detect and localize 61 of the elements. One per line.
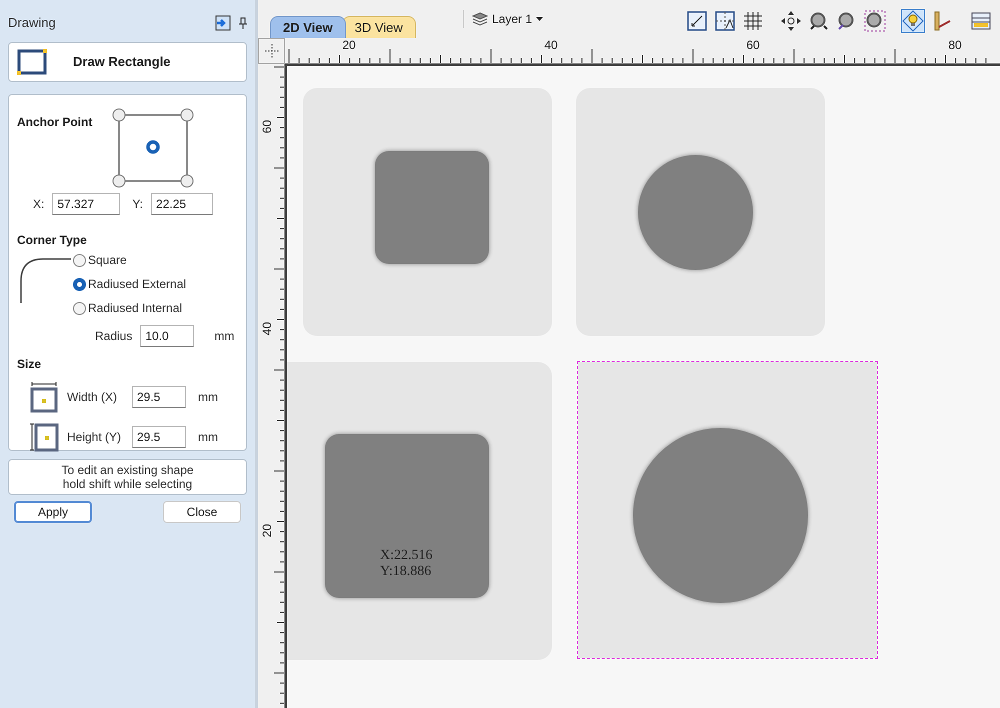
view-tab[interactable]: 3D View [342,16,416,38]
radio-option[interactable]: Square [73,251,186,269]
ruler-origin-icon[interactable] [264,44,278,58]
grid-icon[interactable] [742,10,764,32]
pan-icon[interactable] [780,10,802,32]
field-label: Radius [95,328,132,345]
input-field[interactable]: 10.0 [140,325,194,347]
radio-option[interactable]: Radiused External [73,275,186,293]
snap-icon[interactable] [714,10,736,32]
panel-title: Drawing [8,14,56,32]
anchor-point[interactable] [180,108,194,122]
tool-title: Draw Rectangle [73,53,171,72]
caret-icon [536,17,544,21]
section-label: Anchor Point [17,114,94,131]
layer-dropdown[interactable]: Layer 1 [463,10,544,28]
zoom-icon[interactable] [864,10,886,32]
input-field[interactable]: 22.25 [151,193,214,215]
ruler-label: 20 [341,38,357,52]
panel-layout-icon[interactable] [970,10,992,32]
input-field[interactable]: 57.327 [52,193,120,215]
zoom-icon[interactable] [808,10,830,32]
radio-icon[interactable] [73,254,86,266]
anchor-frame [118,114,188,182]
dialog-button[interactable]: Apply [14,501,92,523]
field-label: Y: [132,196,144,213]
anchor-point[interactable] [112,174,126,188]
anchor-point[interactable] [146,140,160,154]
hint-text: To edit an existing shape [61,463,194,477]
cursor-coordinate: X:22.516 [380,548,432,564]
radio-icon[interactable] [73,302,86,314]
view-tab[interactable]: 2D View [270,16,346,38]
cursor-coordinate: Y:18.886 [380,564,432,580]
ruler-label: 40 [543,38,559,52]
unit-label: mm [214,328,234,345]
unit-label: mm [198,389,218,406]
rectangle-icon [17,46,49,78]
ruler-label: 60 [745,38,761,52]
dialog-button[interactable]: Close [163,501,241,523]
unit-label: mm [198,429,218,446]
section-label: Size [17,356,42,373]
anchor-point[interactable] [112,108,126,122]
ruler-label: 60 [260,120,274,134]
input-field[interactable]: 29.5 [132,426,186,448]
field-label: X: [33,196,44,213]
dock-panel-icon[interactable] [215,15,231,31]
radio-option[interactable]: Radiused Internal [73,299,186,317]
anchor-point[interactable] [180,174,194,188]
field-label: Width (X) [67,389,118,406]
hint-text: hold shift while selecting [62,477,192,491]
width-icon [29,381,59,413]
ruler-label: 40 [260,322,274,336]
radio-icon[interactable] [73,278,86,290]
pin-icon[interactable] [239,17,247,29]
ruler-label: 80 [947,38,963,52]
section-label: Corner Type [17,232,88,249]
fit-view-icon[interactable] [686,10,708,32]
ruler-label: 20 [260,524,274,538]
lightbulb-icon[interactable] [902,10,924,32]
field-label: Height (Y) [67,429,122,446]
input-field[interactable]: 29.5 [132,386,186,408]
layers-icon [472,12,488,26]
